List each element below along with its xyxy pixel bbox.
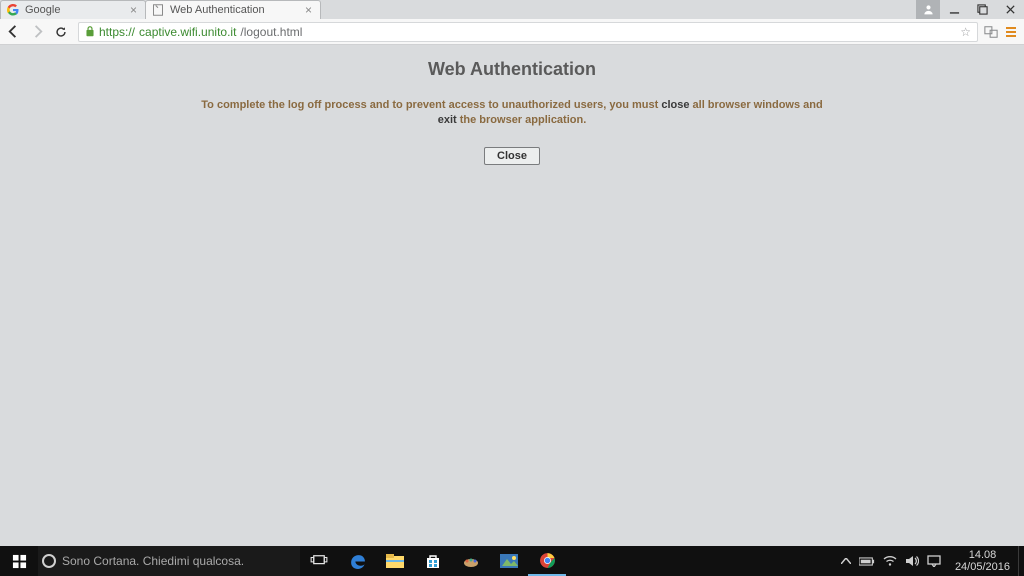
show-desktop-button[interactable] <box>1018 546 1024 576</box>
taskbar-app-icon[interactable] <box>452 546 490 576</box>
taskbar-edge-icon[interactable] <box>338 546 376 576</box>
tray-action-center-icon[interactable] <box>927 555 941 567</box>
taskbar-chrome-icon[interactable] <box>528 546 566 576</box>
windows-taskbar: Sono Cortana. Chiedimi qualcosa. <box>0 546 1024 576</box>
window-minimize-button[interactable] <box>940 0 968 19</box>
page-content: Web Authentication To complete the log o… <box>0 45 1024 546</box>
clock-time: 14.08 <box>955 549 1010 561</box>
page-heading: Web Authentication <box>428 59 596 80</box>
window-controls <box>916 0 1024 19</box>
page-favicon <box>152 4 164 16</box>
window-close-button[interactable] <box>996 0 1024 19</box>
tab-web-authentication[interactable]: Web Authentication × <box>145 0 321 19</box>
tray-battery-icon[interactable] <box>859 557 875 566</box>
task-view-button[interactable] <box>300 546 338 576</box>
url-path: /logout.html <box>240 25 302 39</box>
taskbar-photos-icon[interactable] <box>490 546 528 576</box>
close-icon[interactable]: × <box>130 3 137 17</box>
url-scheme: https:// <box>99 25 135 39</box>
logout-message: To complete the log off process and to p… <box>201 98 822 129</box>
close-button[interactable]: Close <box>484 147 540 165</box>
cortana-placeholder: Sono Cortana. Chiedimi qualcosa. <box>62 554 244 568</box>
cortana-search[interactable]: Sono Cortana. Chiedimi qualcosa. <box>38 546 300 576</box>
bookmark-star-icon[interactable]: ☆ <box>960 25 971 39</box>
url-host: captive.wifi.unito.it <box>139 25 236 39</box>
address-bar: https:// captive.wifi.unito.it/logout.htm… <box>0 19 1024 45</box>
nav-forward-button[interactable] <box>30 24 48 39</box>
start-button[interactable] <box>0 546 38 576</box>
system-tray <box>835 555 947 567</box>
tab-title: Google <box>25 4 124 16</box>
browser-tabstrip: Google × Web Authentication × <box>0 0 1024 19</box>
translate-icon[interactable] <box>984 25 998 39</box>
close-icon[interactable]: × <box>305 3 312 17</box>
window-maximize-button[interactable] <box>968 0 996 19</box>
nav-reload-button[interactable] <box>54 25 72 39</box>
tray-volume-icon[interactable] <box>905 555 919 567</box>
lock-icon <box>85 26 95 37</box>
tray-wifi-icon[interactable] <box>883 556 897 566</box>
taskbar-store-icon[interactable] <box>414 546 452 576</box>
tray-chevron-up-icon[interactable] <box>841 558 851 564</box>
google-favicon <box>7 4 19 16</box>
taskbar-clock[interactable]: 14.08 24/05/2016 <box>947 549 1018 573</box>
taskbar-file-explorer-icon[interactable] <box>376 546 414 576</box>
omnibox[interactable]: https:// captive.wifi.unito.it/logout.htm… <box>78 22 978 42</box>
nav-back-button[interactable] <box>6 24 24 39</box>
chrome-user-button[interactable] <box>916 0 940 19</box>
chrome-menu-icon[interactable] <box>1004 25 1018 39</box>
tab-title: Web Authentication <box>170 4 299 16</box>
clock-date: 24/05/2016 <box>955 561 1010 573</box>
tab-google[interactable]: Google × <box>0 0 146 19</box>
cortana-icon <box>42 554 56 568</box>
